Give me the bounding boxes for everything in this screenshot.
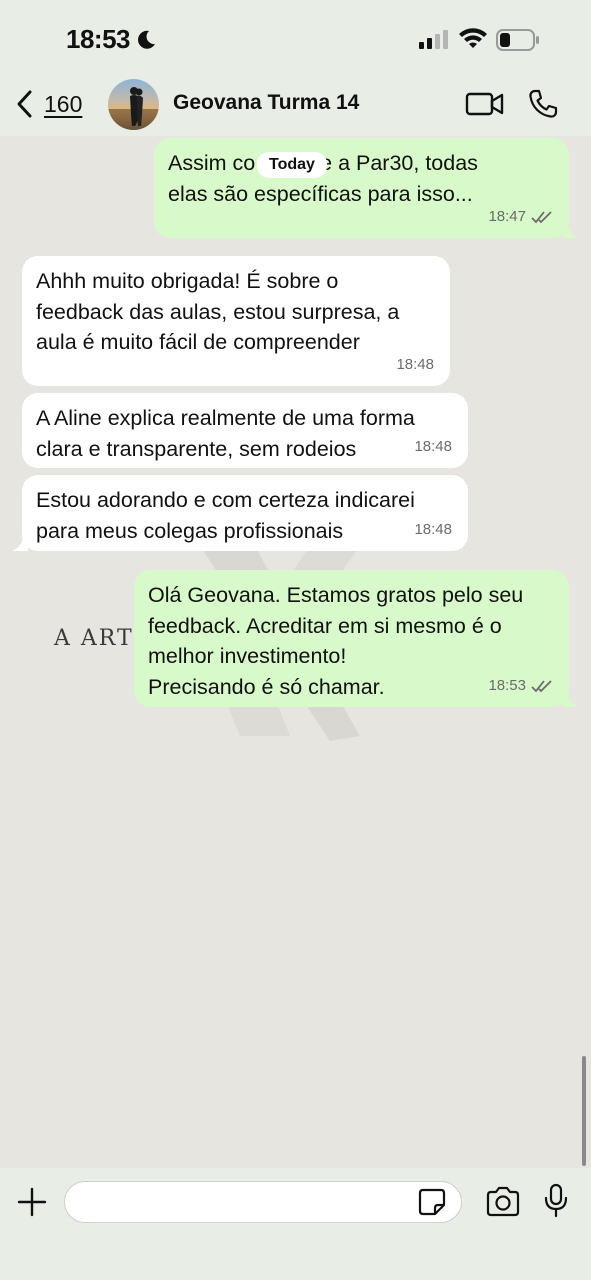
message-bubble-outgoing[interactable]: Olá Geovana. Estamos gratos pelo seu fee… xyxy=(134,570,579,707)
status-time: 18:53 xyxy=(66,24,131,54)
date-label: Today xyxy=(269,156,315,173)
status-bar: 18:53 xyxy=(0,0,591,78)
contact-name[interactable]: Geovana Turma 14 xyxy=(173,91,359,115)
message-text: Estou adorando e com certeza indicarei p… xyxy=(36,488,415,543)
message-meta: 18:53 xyxy=(488,671,553,702)
message-meta: 18:48 xyxy=(414,515,452,546)
message-bubble-outgoing[interactable]: Assim co Ar111 e a Par30, todas elas são… xyxy=(154,138,579,238)
message-text: Ahhh muito obrigada! É sobre o feedback … xyxy=(36,269,400,354)
chat-area[interactable]: A ART Assim co Ar111 e a Par30, todas el… xyxy=(0,136,591,1168)
wifi-icon xyxy=(459,28,487,48)
double-check-icon xyxy=(531,211,552,224)
message-meta: 18:47 xyxy=(488,202,553,233)
bubble-tail xyxy=(563,222,579,238)
bubble-tail xyxy=(563,691,579,707)
message-bubble-incoming[interactable]: Ahhh muito obrigada! É sobre o feedback … xyxy=(22,256,450,386)
watermark-text: A ART xyxy=(54,626,134,651)
message-bubble-incoming[interactable]: Estou adorando e com certeza indicarei p… xyxy=(12,475,468,551)
sticker-icon[interactable] xyxy=(418,1188,446,1216)
video-call-icon[interactable] xyxy=(465,89,505,119)
message-time: 18:48 xyxy=(414,437,452,455)
chat-header: 160 Geovana Turma 14 xyxy=(0,78,591,136)
message-time: 18:48 xyxy=(396,355,434,373)
battery-icon xyxy=(496,29,539,51)
plus-icon[interactable] xyxy=(16,1186,48,1218)
unread-count: 160 xyxy=(44,90,83,117)
bubble-tail xyxy=(12,535,28,551)
message-input[interactable] xyxy=(64,1181,462,1223)
message-meta: 18:48 xyxy=(414,432,452,463)
message-meta: 18:48 xyxy=(396,350,434,381)
message-time: 18:47 xyxy=(488,207,526,225)
message-time: 18:48 xyxy=(414,520,452,538)
message-bubble-incoming[interactable]: A Aline explica realmente de uma forma c… xyxy=(22,393,468,468)
message-text: A Aline explica realmente de uma forma c… xyxy=(36,406,415,461)
input-bar xyxy=(0,1168,591,1280)
back-button[interactable]: 160 xyxy=(14,86,82,122)
phone-icon[interactable] xyxy=(527,88,559,120)
scroll-indicator[interactable] xyxy=(582,1056,586,1166)
date-separator: Today xyxy=(257,152,327,178)
chevron-left-icon xyxy=(17,90,32,118)
camera-icon[interactable] xyxy=(485,1186,521,1218)
message-text: Assim co Ar111 e a Par30, todas elas são… xyxy=(168,151,478,206)
message-time: 18:53 xyxy=(488,676,526,694)
contact-avatar[interactable] xyxy=(108,79,159,130)
avatar-photo xyxy=(108,87,159,130)
microphone-icon[interactable] xyxy=(542,1183,570,1219)
double-check-icon xyxy=(531,680,552,693)
cellular-signal-icon xyxy=(419,30,448,49)
moon-icon xyxy=(138,30,155,49)
